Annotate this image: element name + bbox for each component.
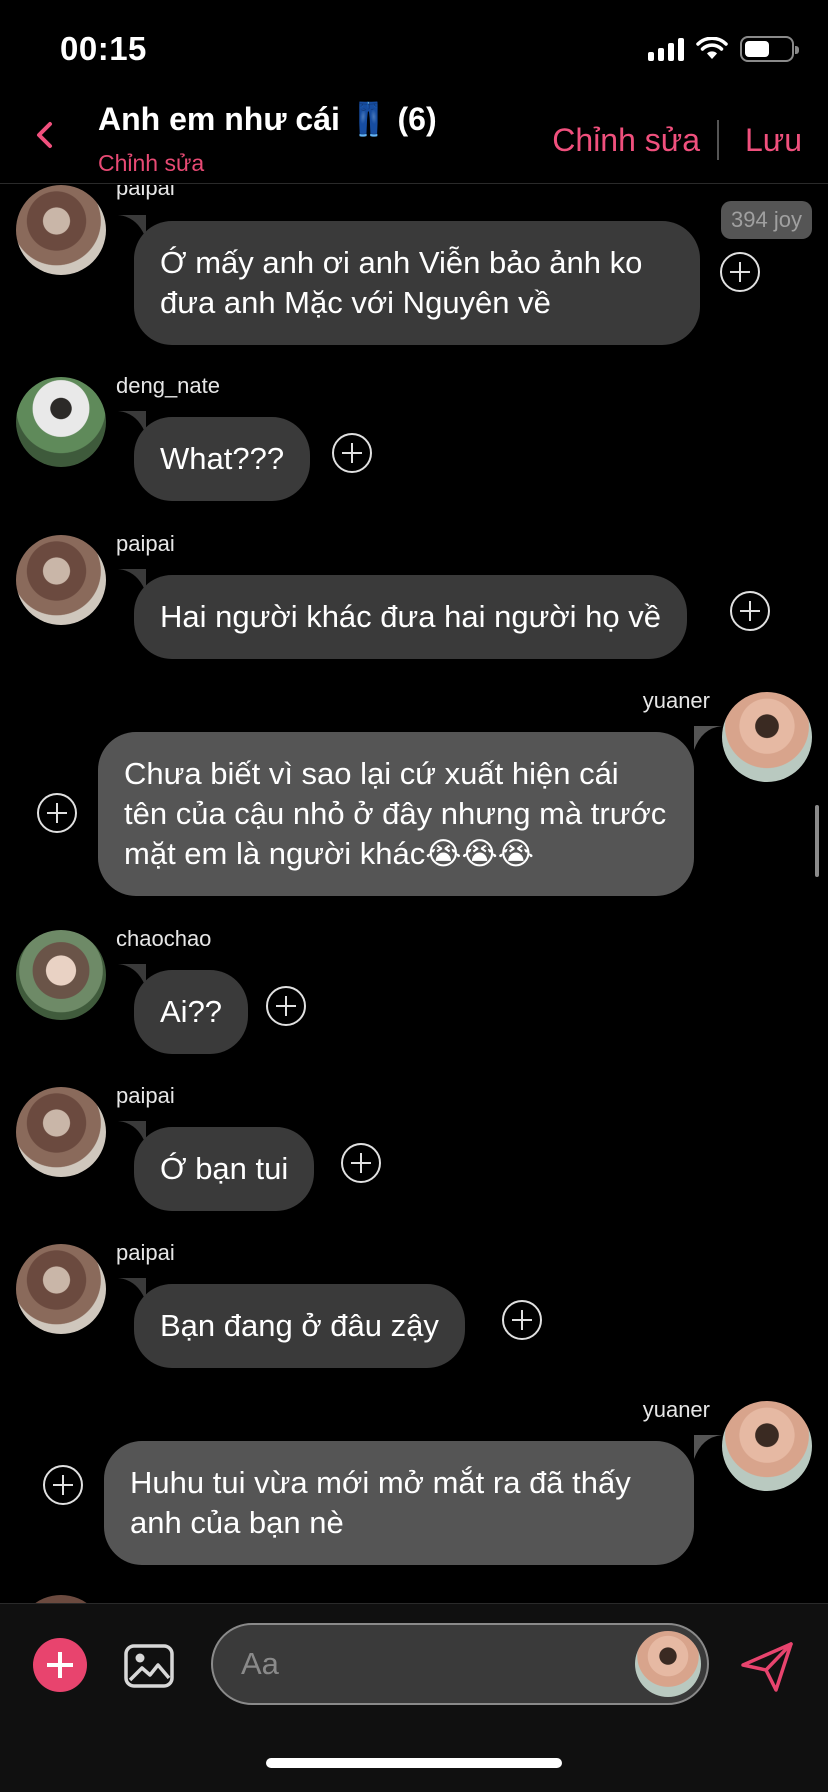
edit-button[interactable]: Chỉnh sửa (552, 122, 700, 159)
message-username: paipai (116, 531, 175, 556)
react-plus-icon[interactable] (332, 433, 372, 473)
message-username: yuaner (642, 1397, 710, 1422)
chat-subtitle[interactable]: Chỉnh sửa (98, 150, 204, 177)
battery-icon (740, 36, 799, 62)
react-plus-icon[interactable] (502, 1300, 542, 1340)
avatar-paipai[interactable] (16, 535, 106, 625)
bubble-tail (694, 1435, 722, 1459)
chat-title: Anh em như cái 👖 (6) (98, 101, 437, 137)
message-bubble[interactable]: Hai người khác đưa hai người họ về (134, 575, 688, 659)
react-plus-icon[interactable] (341, 1143, 381, 1183)
message-item: paipai Bạn đang ở đâu zậy (0, 1240, 828, 1368)
wifi-icon (696, 37, 728, 61)
react-plus-icon[interactable] (720, 252, 760, 292)
avatar-deng_nate[interactable] (16, 377, 106, 467)
message-list[interactable]: 394 joy paipai Ớ mấy anh ơi anh Viễn bảo… (0, 185, 828, 1603)
message-username: deng_nate (116, 373, 220, 398)
battery-level (745, 41, 770, 57)
react-plus-icon[interactable] (37, 793, 77, 833)
avatar-paipai[interactable] (16, 1087, 106, 1177)
chat-header: Anh em như cái 👖 (6) Chỉnh sửa Chỉnh sửa… (0, 90, 828, 184)
message-item: paipai Ớ bạn tui (0, 1083, 828, 1211)
message-username: yuaner (642, 688, 710, 713)
message-username: paipai (116, 1083, 175, 1108)
message-bubble[interactable]: Ớ bạn tui (134, 1127, 315, 1211)
react-plus-icon[interactable] (730, 591, 770, 631)
avatar-paipai[interactable] (16, 1244, 106, 1334)
message-username: chaochao (116, 926, 212, 951)
sender-avatar[interactable] (635, 1631, 701, 1697)
message-bubble[interactable]: What??? (134, 417, 311, 501)
message-input[interactable] (241, 1625, 581, 1703)
react-plus-icon[interactable] (43, 1465, 83, 1505)
message-input-wrapper (211, 1623, 709, 1705)
avatar-paipai[interactable] (16, 185, 106, 275)
message-bubble[interactable]: Ớ mấy anh ơi anh Viễn bảo ảnh ko đưa anh… (134, 221, 700, 345)
message-item: yuaner Huhu tui vừa mới mở mắt ra đã thấ… (0, 1397, 828, 1581)
bubble-tail (694, 726, 722, 750)
cellular-signal-icon (648, 37, 684, 61)
status-bar: 00:15 (0, 0, 828, 90)
home-indicator[interactable] (266, 1758, 562, 1768)
message-bubble[interactable]: Huhu tui vừa mới mở mắt ra đã thấy anh c… (104, 1441, 694, 1565)
status-icons (648, 36, 799, 62)
image-gallery-icon[interactable] (122, 1638, 176, 1692)
message-bubble[interactable]: Ai?? (134, 970, 249, 1054)
avatar-yuaner[interactable] (722, 1401, 812, 1491)
send-icon[interactable] (738, 1638, 796, 1696)
message-username: paipai (116, 1240, 175, 1265)
header-divider (717, 120, 719, 160)
save-button[interactable]: Lưu (745, 122, 802, 159)
scrollbar[interactable] (815, 805, 819, 877)
avatar-yuaner[interactable] (722, 692, 812, 782)
back-chevron-icon[interactable] (28, 118, 62, 152)
message-bubble[interactable]: Bạn đang ở đâu zậy (134, 1284, 465, 1368)
message-item: yuaner Chưa biết vì sao lại cứ xuất hiện… (0, 688, 828, 896)
avatar-chaochao[interactable] (16, 930, 106, 1020)
message-username: paipai (116, 185, 175, 200)
message-item: paipai Hai người khác đưa hai người họ v… (0, 531, 828, 659)
composer-bar (0, 1603, 828, 1792)
message-item: deng_nate What??? (0, 373, 828, 501)
message-item: paipai Ớ mấy anh ơi anh Viễn bảo ảnh ko … (0, 185, 828, 355)
avatar-partial (16, 1595, 106, 1603)
react-plus-icon[interactable] (266, 986, 306, 1026)
message-item: chaochao Ai?? (0, 926, 828, 1054)
message-bubble[interactable]: Chưa biết vì sao lại cứ xuất hiện cái tê… (98, 732, 694, 896)
status-time: 00:15 (60, 30, 147, 67)
add-plus-icon[interactable] (33, 1638, 87, 1692)
